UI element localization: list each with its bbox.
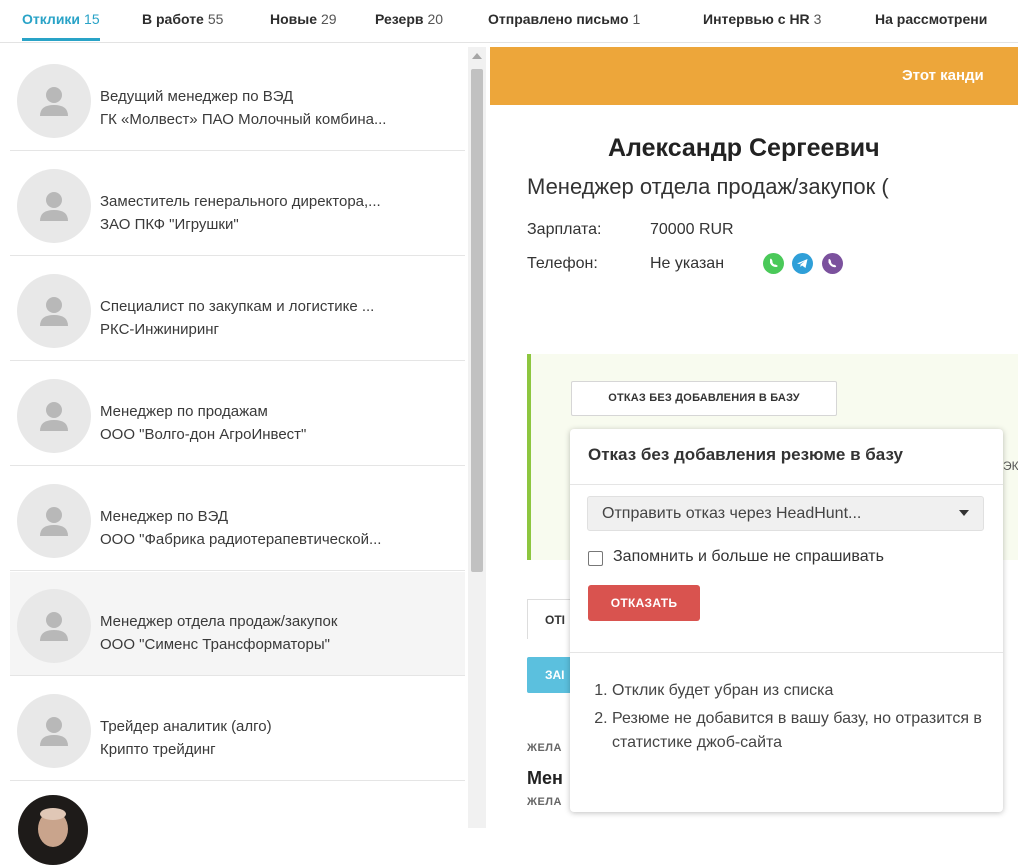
tab-na-rassmotrenii[interactable]: На рассмотрени [875, 0, 987, 40]
tab-label: Отправлено письмо [488, 11, 629, 27]
viber-icon[interactable] [821, 253, 843, 274]
candidate-company: ООО "Волго-дон АгроИнвест" [100, 426, 307, 443]
popover-header: Отказ без добавления резюме в базу [570, 429, 1003, 485]
avatar-placeholder-icon [17, 589, 91, 663]
list-item-selected[interactable]: Менеджер отдела продаж/закупок ООО "Симе… [10, 572, 465, 676]
candidate-company: ЗАО ПКФ "Игрушки" [100, 216, 239, 233]
candidate-title: Трейдер аналитик (алго) [100, 718, 272, 735]
list-item[interactable]: Специалист по закупкам и логистике ... Р… [10, 257, 465, 361]
salary-value: 70000 RUR [650, 221, 734, 238]
section-value: Мен [527, 768, 563, 788]
notes-list: Отклик будет убран из списка Резюме не д… [596, 679, 992, 759]
scroll-thumb[interactable] [471, 69, 483, 572]
candidate-company: Крипто трейдинг [100, 741, 216, 758]
avatar-placeholder-icon [17, 484, 91, 558]
avatar-placeholder-icon [17, 379, 91, 453]
avatar-placeholder-icon [17, 694, 91, 768]
tab-novye[interactable]: Новые 29 [270, 0, 337, 40]
candidate-company: ГК «Молвест» ПАО Молочный комбина... [100, 111, 387, 128]
tab-label: Новые [270, 11, 318, 27]
whatsapp-icon[interactable] [763, 253, 784, 274]
list-scrollbar[interactable] [468, 47, 486, 828]
candidate-title: Менеджер по ВЭД [100, 508, 229, 525]
note-item: Резюме не добавится в вашу базу, но отра… [612, 707, 992, 755]
avatar-placeholder-icon [17, 274, 91, 348]
tab-intervyu-hr[interactable]: Интервью с HR 3 [703, 0, 821, 40]
tab-otkliki[interactable]: Отклики 15 [22, 0, 100, 41]
reject-without-db-button[interactable]: ОТКАЗ БЕЗ ДОБАВЛЕНИЯ В БАЗУ [571, 381, 837, 416]
list-item[interactable]: Менеджер по продажам ООО "Волго-дон Агро… [10, 362, 465, 466]
note-item: Отклик будет убран из списка [612, 679, 992, 703]
telegram-icon[interactable] [792, 253, 814, 274]
avatar-placeholder-icon [17, 169, 91, 243]
reject-method-select[interactable]: Отправить отказ через HeadHunt... [587, 496, 984, 531]
candidate-title: Менеджер по продажам [100, 403, 268, 420]
candidate-company: ООО "Фабрика радиотерапевтической... [100, 531, 382, 548]
tab-label: На рассмотрени [875, 11, 988, 27]
remember-label[interactable]: Запомнить и больше не спрашивать [613, 548, 884, 566]
candidate-name: Александр Сергеевич [608, 134, 880, 162]
scroll-up-icon[interactable] [472, 53, 482, 59]
chevron-down-icon [959, 510, 969, 516]
tab-count: 55 [207, 11, 224, 27]
tab-count: 20 [427, 11, 444, 27]
candidate-company: ООО "Сименс Трансформаторы" [100, 636, 330, 653]
candidate-list: Ведущий менеджер по ВЭД ГК «Молвест» ПАО… [0, 47, 490, 828]
phone-label: Телефон: [527, 255, 598, 272]
candidate-title: Заместитель генерального директора,... [100, 193, 381, 210]
avatar-placeholder-icon [17, 64, 91, 138]
tab-label: Отклики [22, 11, 81, 27]
tab-label: Интервью с HR [703, 11, 810, 27]
hidden-text-fragment: ЭК [1003, 459, 1018, 473]
messenger-links [763, 253, 847, 275]
tab-count: 1 [632, 11, 641, 27]
candidate-title: Специалист по закупкам и логистике ... [100, 298, 375, 315]
tab-v-rabote[interactable]: В работе 55 [142, 0, 223, 40]
salary-label: Зарплата: [527, 221, 602, 238]
reject-popover: Отказ без добавления резюме в базу Отпра… [570, 429, 1003, 812]
candidate-title: Менеджер отдела продаж/закупок [100, 613, 338, 630]
list-item[interactable]: Трейдер аналитик (алго) Крипто трейдинг [10, 677, 465, 781]
banner-text: Этот канди [902, 67, 984, 84]
list-item[interactable]: Заместитель генерального директора,... З… [10, 152, 465, 256]
reject-button[interactable]: ОТКАЗАТЬ [588, 585, 700, 621]
section-label: ЖЕЛА [527, 742, 562, 754]
tab-count: 29 [321, 11, 337, 27]
list-item[interactable]: Ведущий менеджер по ВЭД ГК «Молвест» ПАО… [10, 47, 465, 151]
candidate-title: Ведущий менеджер по ВЭД [100, 88, 294, 105]
tab-label: В работе [142, 11, 204, 27]
tab-label: Резерв [375, 11, 424, 27]
select-value: Отправить отказ через HeadHunt... [602, 505, 862, 522]
remember-checkbox[interactable] [588, 551, 603, 566]
phone-value: Не указан [650, 255, 725, 272]
section-label: ЖЕЛА [527, 796, 562, 808]
list-item[interactable]: Менеджер по ВЭД ООО "Фабрика радиотерапе… [10, 467, 465, 571]
divider [570, 652, 1003, 653]
status-tabs: Отклики 15 В работе 55 Новые 29 Резерв 20 От… [0, 0, 1018, 43]
tab-count: 3 [813, 11, 822, 27]
tab-otpravleno-pismo[interactable]: Отправлено письмо 1 [488, 0, 640, 40]
popover-title: Отказ без добавления резюме в базу [588, 445, 903, 464]
candidate-company: РКС-Инжиниринг [100, 321, 220, 338]
tab-count: 15 [84, 11, 100, 27]
status-banner: Этот канди [490, 47, 1018, 105]
candidate-position: Менеджер отдела продаж/закупок ( [527, 174, 889, 199]
avatar-photo[interactable] [18, 795, 88, 865]
tab-rezerv[interactable]: Резерв 20 [375, 0, 443, 40]
